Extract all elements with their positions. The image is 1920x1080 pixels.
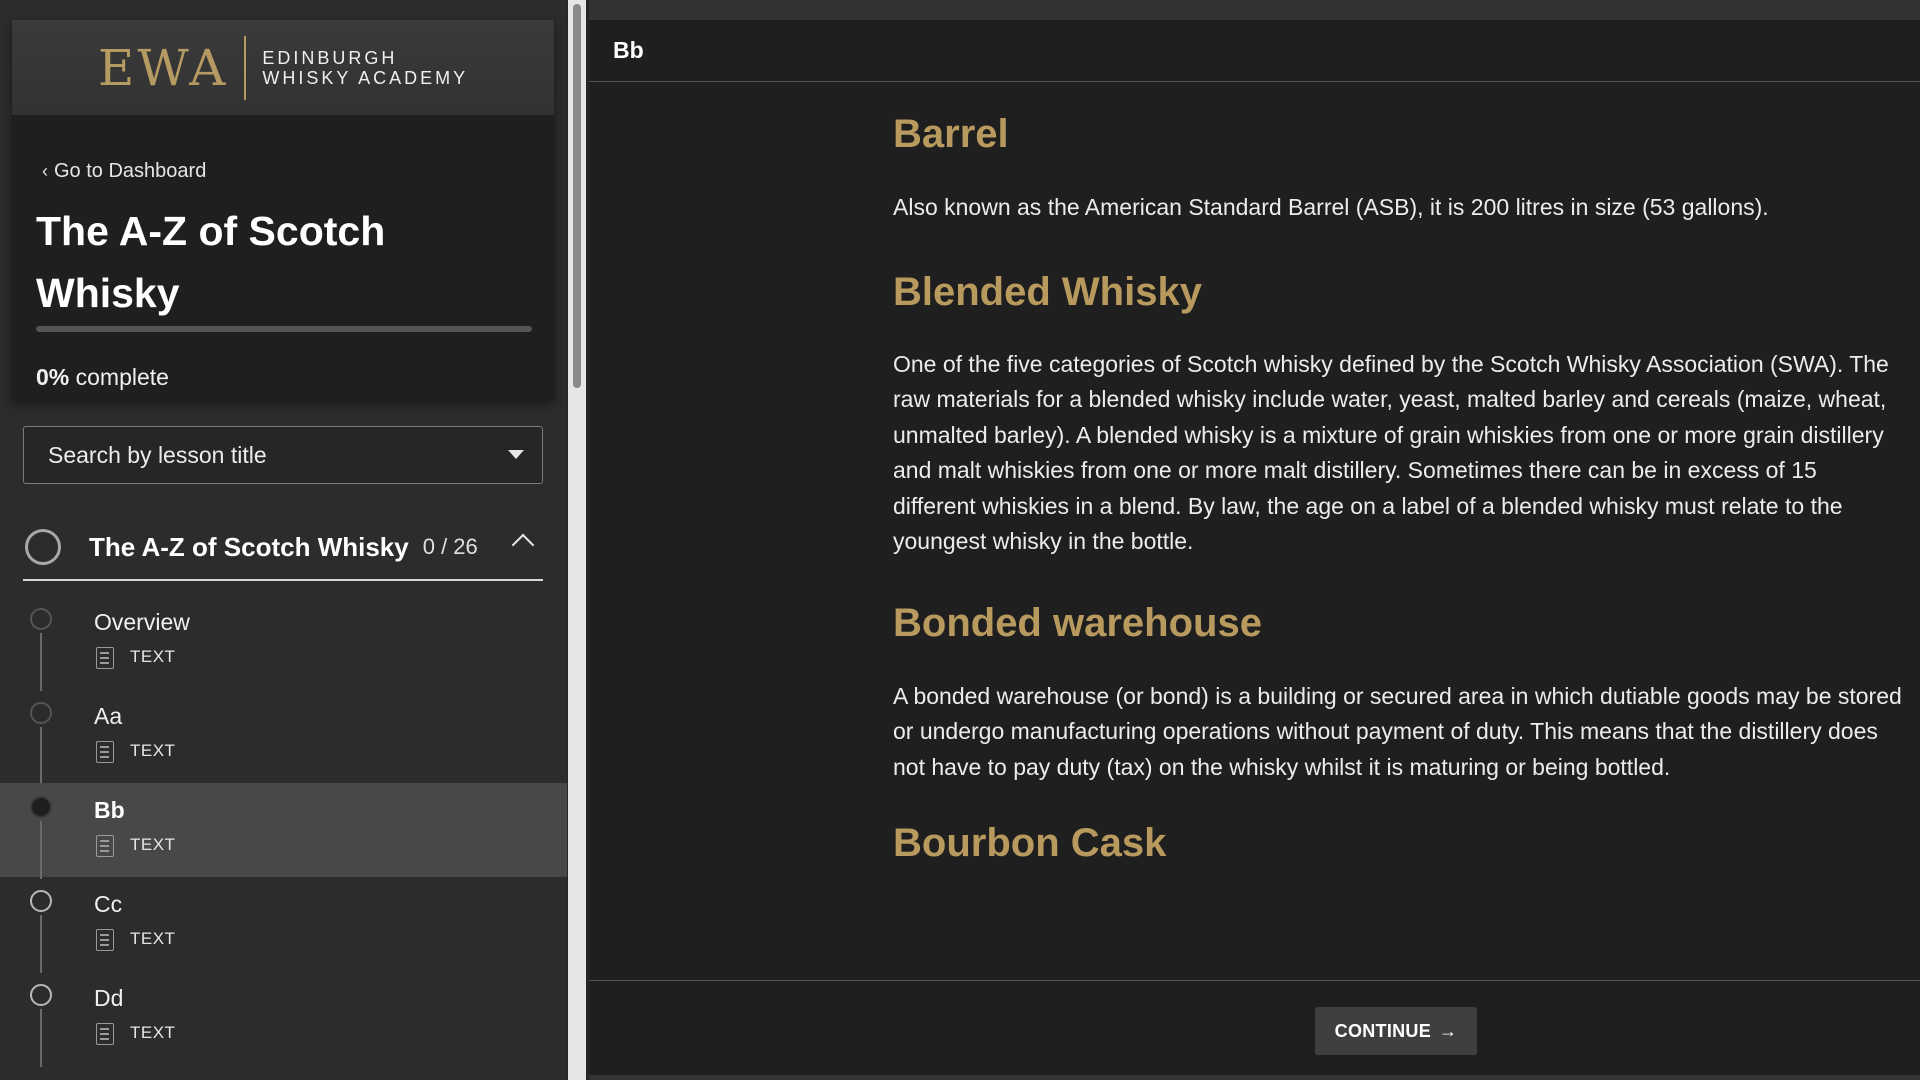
lesson-status-icon [30, 608, 52, 630]
lesson-list: Overview TEXT Aa TEXT Bb TEXT Cc TEXT Dd… [0, 595, 567, 1067]
lesson-item-bb[interactable]: Bb TEXT [0, 783, 567, 879]
lesson-name: Dd [94, 985, 124, 1011]
text-document-icon [96, 835, 114, 857]
text-document-icon [96, 741, 114, 763]
timeline-connector [40, 727, 42, 785]
glossary-content: Barrel Also known as the American Standa… [893, 104, 1903, 873]
glossary-term: Bourbon Cask [893, 821, 1167, 865]
lesson-content-pane: Bb Barrel Also known as the American Sta… [589, 0, 1920, 1080]
lesson-header-title: Bb [589, 20, 1920, 82]
lesson-status-icon [30, 702, 52, 724]
brand-logo[interactable]: EWA EDINBURGH WHISKY ACADEMY [12, 20, 554, 115]
glossary-definition: A bonded warehouse (or bond) is a buildi… [893, 682, 1902, 780]
scrollbar-thumb[interactable] [573, 4, 581, 388]
lesson-footer: CONTINUE → [589, 980, 1920, 1080]
lesson-item-aa[interactable]: Aa TEXT [0, 689, 567, 785]
text-document-icon [96, 1023, 114, 1045]
sidebar-scrollbar[interactable] [568, 0, 586, 1080]
progress-text: 0% complete [36, 364, 169, 391]
glossary-term: Blended Whisky [893, 269, 1202, 314]
course-card: EWA EDINBURGH WHISKY ACADEMY ‹ Go to Das… [12, 20, 554, 400]
section-progress-circle-icon [25, 529, 61, 565]
lesson-name: Overview [94, 609, 190, 635]
lesson-status-icon [30, 796, 52, 818]
arrow-right-icon: → [1439, 1020, 1458, 1041]
lesson-item-cc[interactable]: Cc TEXT [0, 877, 567, 973]
lesson-name: Bb [94, 797, 125, 823]
lesson-type: TEXT [130, 835, 176, 854]
lesson-type: TEXT [130, 929, 176, 948]
logo-line-2: WHISKY ACADEMY [262, 67, 469, 88]
glossary-definition: Also known as the American Standard Barr… [893, 194, 1769, 220]
lesson-item-dd[interactable]: Dd TEXT [0, 971, 567, 1067]
search-placeholder: Search by lesson title [48, 441, 267, 468]
continue-label: CONTINUE [1334, 1020, 1432, 1041]
lesson-type: TEXT [130, 647, 176, 666]
lesson-name: Cc [94, 891, 123, 917]
timeline-connector [40, 915, 42, 973]
caret-down-icon [508, 450, 524, 459]
timeline-connector [40, 1009, 42, 1067]
course-title: The A-Z of Scotch Whisky [36, 208, 386, 316]
section-header[interactable]: The A-Z of Scotch Whisky 0 / 26 [23, 515, 543, 581]
top-strip [589, 0, 1920, 20]
sidebar: EWA EDINBURGH WHISKY ACADEMY ‹ Go to Das… [0, 0, 567, 1080]
lesson-type: TEXT [130, 1023, 176, 1042]
lesson-name: Aa [94, 703, 123, 729]
timeline-connector [40, 633, 42, 691]
logo-mark: EWA [97, 38, 229, 97]
glossary-term: Barrel [893, 112, 1009, 156]
text-document-icon [96, 647, 114, 669]
glossary-term: Bonded warehouse [893, 600, 1262, 645]
lesson-search-select[interactable]: Search by lesson title [23, 426, 543, 484]
logo-divider [244, 35, 247, 100]
progress-suffix: complete [69, 364, 169, 390]
lesson-type: TEXT [130, 741, 176, 760]
progress-percent: 0% [36, 364, 70, 390]
section-title: The A-Z of Scotch Whisky [89, 531, 409, 562]
go-to-dashboard-link[interactable]: ‹ Go to Dashboard [42, 160, 206, 183]
chevron-left-icon: ‹ [42, 161, 48, 181]
back-link-label: Go to Dashboard [54, 160, 207, 182]
lesson-status-icon [30, 890, 52, 912]
section-count: 0 / 26 [422, 534, 478, 559]
logo-line-1: EDINBURGH [262, 47, 398, 68]
logo-wordmark: EDINBURGH WHISKY ACADEMY [262, 48, 468, 88]
timeline-connector [40, 821, 42, 879]
chevron-up-icon[interactable] [511, 533, 535, 557]
lesson-status-icon [30, 984, 52, 1006]
bottom-strip [589, 1075, 1920, 1080]
continue-button[interactable]: CONTINUE → [1315, 1007, 1477, 1055]
glossary-definition: One of the five categories of Scotch whi… [893, 350, 1889, 555]
text-document-icon [96, 929, 114, 951]
progress-bar [36, 326, 532, 332]
lesson-item-overview[interactable]: Overview TEXT [0, 595, 567, 691]
